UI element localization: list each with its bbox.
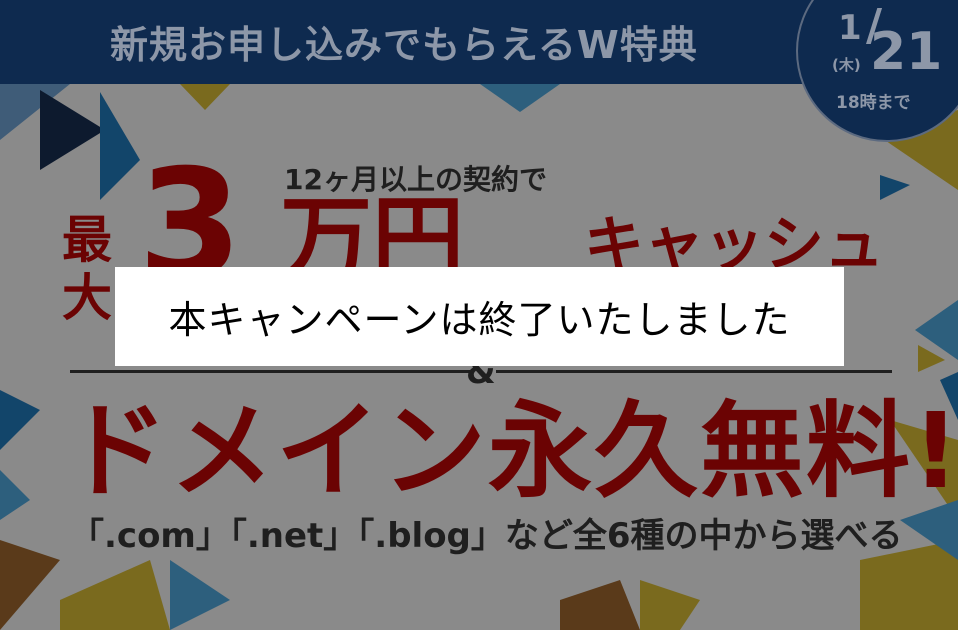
- deadline-day: 21: [870, 22, 943, 82]
- deadline-month: 1: [838, 8, 862, 48]
- divider-left: [70, 370, 470, 373]
- banner-title: 新規お申し込みでもらえるW特典: [110, 23, 698, 67]
- tld-options-text: 「.com」「.net」「.blog」など全6種の中から選べる: [70, 516, 903, 556]
- deadline-weekday: (木): [832, 56, 861, 74]
- campaign-banner: 新規お申し込みでもらえるW特典 1 / 21 (木) 18時まで 12ヶ月以上の…: [0, 0, 958, 630]
- campaign-ended-notice: 本キャンペーンは終了いたしました: [115, 267, 844, 366]
- max-label: 最大: [62, 211, 112, 327]
- deadline-time: 18時まで: [836, 93, 911, 113]
- domain-free-headline: ドメイン永久無料!: [64, 390, 958, 512]
- campaign-ended-message: 本キャンペーンは終了いたしました: [168, 298, 791, 342]
- divider-right: [496, 370, 892, 373]
